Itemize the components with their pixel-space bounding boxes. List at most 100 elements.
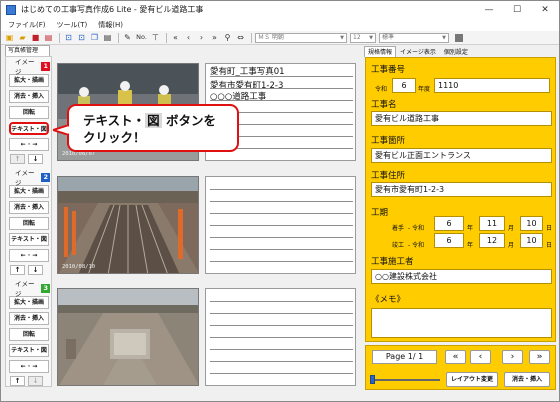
style-select[interactable]: 標準 ▼ bbox=[379, 32, 449, 43]
prev-page-button[interactable]: ‹ bbox=[470, 350, 491, 364]
memo-label: 《メモ》 bbox=[371, 295, 406, 305]
move-up-button[interactable]: ↑ bbox=[10, 154, 25, 164]
year-input[interactable]: 6 bbox=[392, 78, 416, 93]
next-page-icon[interactable]: › bbox=[196, 32, 207, 43]
prev-page-icon[interactable]: ‹ bbox=[183, 32, 194, 43]
end-day-input[interactable]: 10 bbox=[520, 233, 543, 248]
search-icon[interactable]: ⚲ bbox=[222, 32, 233, 43]
erase-insert-button[interactable]: 消去・挿入 bbox=[9, 90, 49, 103]
image-group-1: イメージ 1 拡大・描画 消去・挿入 回転 テキスト・図 ← · → ↑ ↓ bbox=[8, 58, 50, 164]
move-up-button[interactable]: ↑ bbox=[10, 376, 25, 386]
copy-icon[interactable]: ❐ bbox=[89, 32, 100, 43]
start-day-unit: 日 bbox=[546, 225, 553, 232]
expand-draw-button[interactable]: 拡大・描画 bbox=[9, 74, 49, 87]
zoom-slider-handle[interactable] bbox=[370, 375, 375, 384]
minimize-button[interactable]: — bbox=[475, 1, 503, 18]
next-page-button[interactable]: › bbox=[502, 350, 523, 364]
maximize-button[interactable]: ☐ bbox=[503, 1, 531, 18]
menu-bar: ファイル(F) ツール(T) 情報(H) bbox=[1, 18, 559, 31]
tab-image-display[interactable]: イメージ表示 bbox=[396, 46, 440, 57]
image-number-badge: 1 bbox=[41, 61, 50, 71]
photo-3[interactable] bbox=[57, 288, 199, 386]
image-number-badge: 3 bbox=[41, 283, 50, 293]
move-left-right-button[interactable]: ← · → bbox=[9, 249, 49, 262]
start-day-input[interactable]: 10 bbox=[520, 216, 543, 231]
callout-line2: クリック！ bbox=[83, 130, 146, 145]
text-figure-button[interactable]: テキスト・図 bbox=[9, 122, 49, 135]
erase-insert-button[interactable]: 消去・挿入 bbox=[9, 201, 49, 214]
callout-line1-box: 図 bbox=[145, 113, 162, 128]
end-year-unit: 年 bbox=[467, 242, 474, 249]
move-row: ↑ ↓ bbox=[10, 376, 50, 386]
rule-line bbox=[210, 325, 353, 326]
rule-line bbox=[210, 337, 353, 338]
new-file-icon[interactable]: ▣ bbox=[4, 32, 15, 43]
print-icon[interactable]: ▤ bbox=[43, 32, 54, 43]
rule-line bbox=[210, 361, 353, 362]
last-page-button[interactable]: » bbox=[529, 350, 550, 364]
end-month-input[interactable]: 12 bbox=[479, 233, 505, 248]
move-down-button[interactable]: ↓ bbox=[28, 265, 43, 275]
rule-line bbox=[210, 237, 353, 238]
number-icon[interactable]: No. bbox=[135, 32, 148, 43]
tab-spec-info[interactable]: 規格情報 bbox=[364, 46, 397, 57]
stamp-icon[interactable]: ⊤ bbox=[150, 32, 161, 43]
menu-tools[interactable]: ツール(T) bbox=[57, 20, 88, 30]
end-year-input[interactable]: 6 bbox=[434, 233, 464, 248]
koji-number-input[interactable]: 1110 bbox=[434, 78, 550, 93]
last-page-icon[interactable]: » bbox=[209, 32, 220, 43]
rotate-button[interactable]: 回転 bbox=[9, 217, 49, 230]
open-folder-icon[interactable]: ▰ bbox=[17, 32, 28, 43]
menu-info[interactable]: 情報(H) bbox=[98, 20, 123, 30]
swap-icon[interactable]: ⇔ bbox=[235, 32, 246, 43]
font-name-select[interactable]: ＭＳ 明朝 ▼ bbox=[255, 32, 347, 43]
sekosha-input[interactable]: ○○建設株式会社 bbox=[371, 269, 552, 284]
close-button[interactable]: ✕ bbox=[531, 1, 559, 18]
rotate-button[interactable]: 回転 bbox=[9, 328, 49, 341]
erase-insert-page-button[interactable]: 消去・挿入 bbox=[504, 372, 550, 387]
color-swatch[interactable] bbox=[455, 33, 463, 42]
save-icon[interactable]: ■ bbox=[30, 32, 41, 43]
koji-mei-input[interactable]: 愛有ビル道路工事 bbox=[371, 111, 552, 126]
expand-draw-button[interactable]: 拡大・描画 bbox=[9, 185, 49, 198]
move-down-button[interactable]: ↓ bbox=[28, 154, 43, 164]
text-sheet-3[interactable] bbox=[205, 288, 356, 386]
tab-photo-book-management[interactable]: 写真帳管理 bbox=[5, 45, 50, 56]
zoom-slider-track[interactable] bbox=[372, 379, 440, 381]
toolbar-divider bbox=[251, 32, 252, 43]
koji-jusho-input[interactable]: 愛有市愛有町1-2-3 bbox=[371, 182, 552, 197]
start-month-input[interactable]: 11 bbox=[479, 216, 505, 231]
text-figure-button[interactable]: テキスト・図 bbox=[9, 233, 49, 246]
image-group-3: イメージ 3 拡大・描画 消去・挿入 回転 テキスト・図 ← · → ↑ ↓ bbox=[8, 280, 50, 386]
photo-2[interactable]: 2010/08/10 bbox=[57, 176, 199, 274]
layout-change-button[interactable]: レイアウト変更 bbox=[446, 372, 498, 387]
font-size-select[interactable]: 12 ▼ bbox=[350, 32, 376, 43]
move-left-right-button[interactable]: ← · → bbox=[9, 360, 49, 373]
menu-file[interactable]: ファイル(F) bbox=[8, 20, 46, 30]
memo-textarea[interactable] bbox=[371, 308, 552, 338]
rule-line bbox=[210, 213, 353, 214]
text-sheet-2[interactable] bbox=[205, 176, 356, 274]
tab-individual-settings[interactable]: 個別設定 bbox=[440, 46, 472, 57]
move-left-right-button[interactable]: ← · → bbox=[9, 138, 49, 151]
chevron-down-icon: ▼ bbox=[442, 34, 446, 41]
rule-line bbox=[210, 225, 353, 226]
expand-draw-button[interactable]: 拡大・描画 bbox=[9, 296, 49, 309]
koji-kasho-input[interactable]: 愛有ビル正面エントランス bbox=[371, 148, 552, 163]
preview-icon[interactable]: ⊡ bbox=[63, 32, 74, 43]
erase-insert-button[interactable]: 消去・挿入 bbox=[9, 312, 49, 325]
status-bar bbox=[1, 392, 559, 401]
wand-icon[interactable]: ✎ bbox=[122, 32, 133, 43]
text-figure-button[interactable]: テキスト・図 bbox=[9, 344, 49, 357]
start-year-input[interactable]: 6 bbox=[434, 216, 464, 231]
koji-mei-label: 工事名 bbox=[371, 100, 397, 110]
first-page-button[interactable]: « bbox=[445, 350, 466, 364]
first-page-icon[interactable]: « bbox=[170, 32, 181, 43]
rotate-button[interactable]: 回転 bbox=[9, 106, 49, 119]
preview-2-icon[interactable]: ⊡ bbox=[76, 32, 87, 43]
toolbar-divider bbox=[59, 32, 60, 43]
move-up-button[interactable]: ↑ bbox=[10, 265, 25, 275]
move-down-button[interactable]: ↓ bbox=[28, 376, 43, 386]
print-2-icon[interactable]: ▤ bbox=[102, 32, 113, 43]
title-bar: はじめての工事写真作成6 Lite - 愛有ビル道路工事 — ☐ ✕ bbox=[1, 1, 559, 18]
